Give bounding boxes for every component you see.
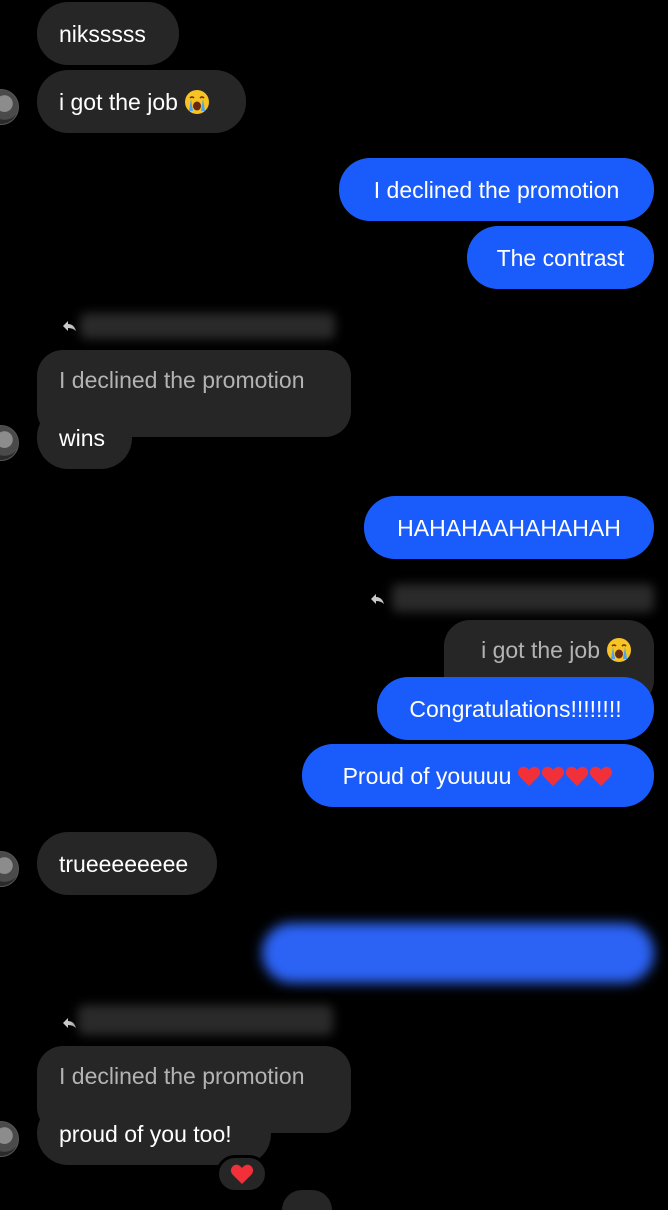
outgoing-message[interactable]: Congratulations!!!!!!!! [377, 677, 654, 740]
redacted-reply-label [78, 1005, 333, 1035]
message-text: I declined the promotion [373, 176, 620, 203]
incoming-message[interactable]: i got the job [37, 70, 246, 133]
loudly-crying-face-icon [607, 638, 631, 662]
red-heart-icon [566, 766, 589, 786]
red-heart-icon [518, 766, 541, 786]
avatar-icon[interactable] [0, 89, 19, 125]
reply-arrow-icon [371, 594, 384, 604]
message-text: trueeeeeeee [59, 850, 189, 877]
avatar-icon[interactable] [0, 1121, 19, 1157]
message-text: The contrast [496, 244, 625, 271]
reply-arrow-icon [63, 321, 76, 331]
quoted-text: I declined the promotion [59, 1063, 305, 1089]
outgoing-message[interactable]: HAHAHAAHAHAHAH [364, 496, 654, 559]
redacted-reply-label [80, 313, 335, 339]
avatar-icon[interactable] [0, 851, 19, 887]
outgoing-message[interactable]: Proud of youuuu [302, 744, 654, 807]
message-text: wins [59, 424, 106, 451]
quoted-text: i got the job [481, 637, 600, 663]
red-heart-icon [590, 766, 613, 786]
message-text: proud of you too! [59, 1120, 232, 1147]
incoming-message[interactable]: wins [37, 406, 132, 469]
incoming-message[interactable]: niksssss [37, 2, 179, 65]
message-thread: niksssss i got the job I declined the pr… [0, 0, 668, 1210]
avatar-icon[interactable] [0, 425, 19, 461]
partial-message-bubble [282, 1190, 332, 1210]
red-heart-icon [230, 1164, 254, 1184]
message-text: Congratulations!!!!!!!! [409, 695, 622, 722]
outgoing-message[interactable]: I declined the promotion [339, 158, 654, 221]
loudly-crying-face-icon [184, 89, 209, 114]
message-text: i got the job [59, 88, 178, 115]
outgoing-message[interactable]: The contrast [467, 226, 654, 289]
message-text: niksssss [59, 20, 146, 47]
red-heart-icon [542, 766, 565, 786]
quoted-text: I declined the promotion [59, 367, 305, 393]
redacted-reply-label [392, 584, 654, 612]
reply-arrow-icon [63, 1018, 76, 1028]
reaction-badge[interactable] [216, 1155, 268, 1193]
incoming-message[interactable]: trueeeeeeee [37, 832, 217, 895]
message-text: Proud of youuuu [342, 762, 512, 789]
redacted-outgoing-message[interactable] [262, 923, 654, 983]
message-text: HAHAHAAHAHAHAH [397, 514, 621, 541]
